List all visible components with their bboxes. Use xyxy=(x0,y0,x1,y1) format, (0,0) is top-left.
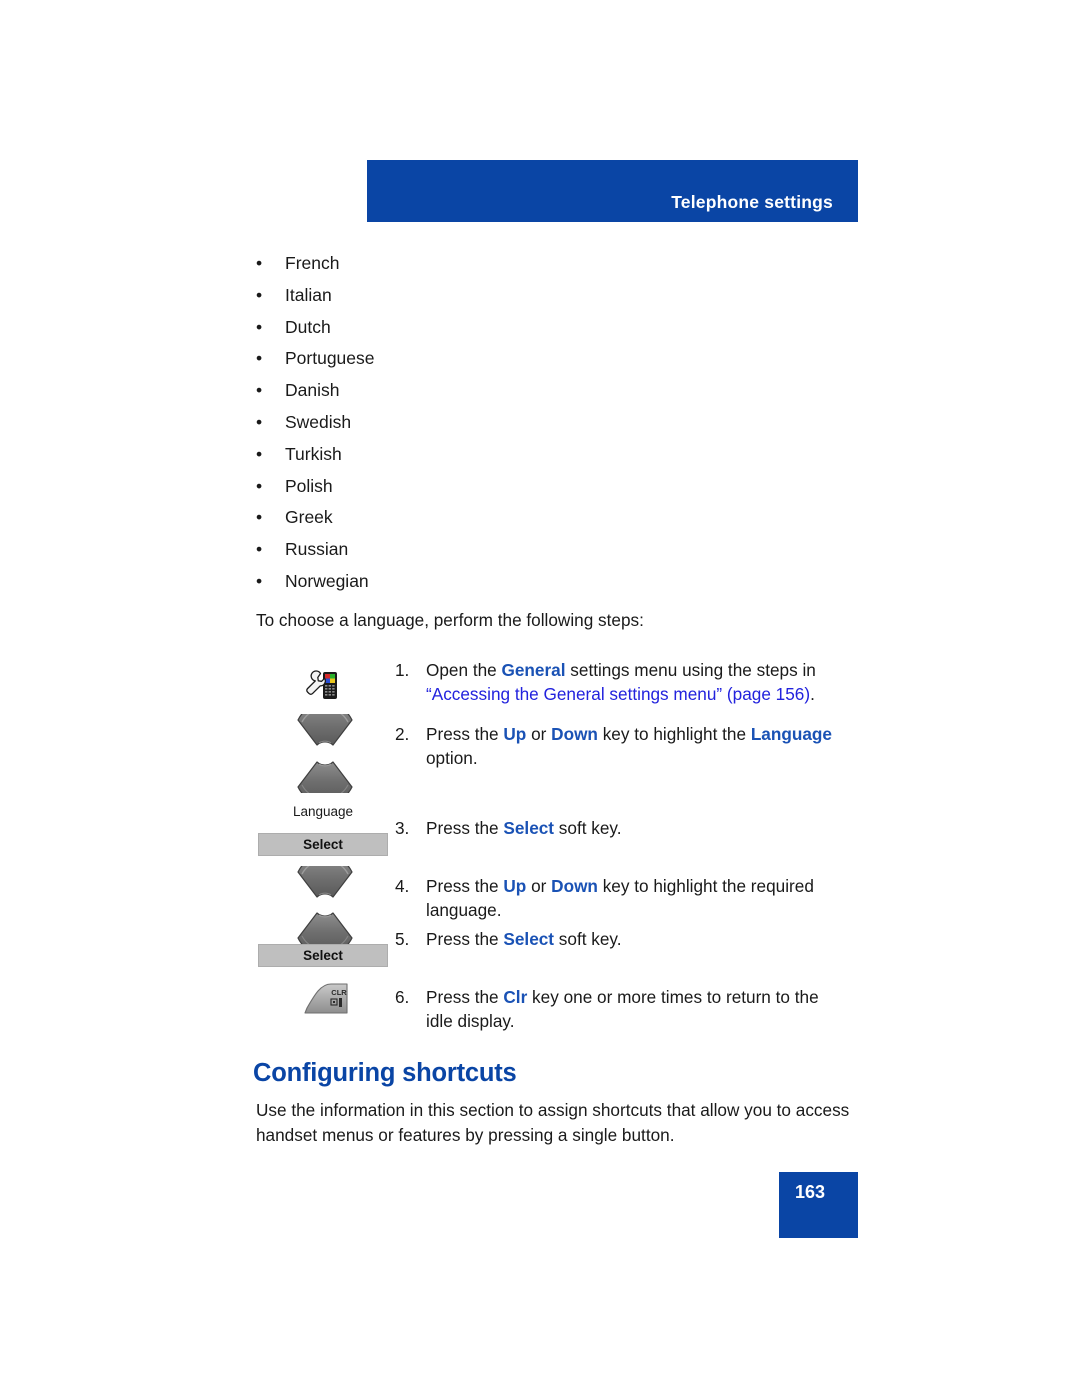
step-number: 4. xyxy=(395,876,410,896)
keyword-clr: Clr xyxy=(503,987,528,1007)
svg-text:CLR: CLR xyxy=(331,988,347,997)
softkey-caption-language: Language xyxy=(292,804,354,819)
keyword-down: Down xyxy=(551,724,598,744)
keyword-up: Up xyxy=(503,724,527,744)
keyword-general: General xyxy=(501,660,566,680)
keyword-select: Select xyxy=(503,929,555,949)
step-text: Press the Select soft key. xyxy=(426,818,622,838)
cross-reference-link[interactable]: “Accessing the General settings menu” (p… xyxy=(426,684,810,704)
up-navigation-key-icon xyxy=(295,866,355,902)
keyword-language: Language xyxy=(750,724,832,744)
section-paragraph: Use the information in this section to a… xyxy=(256,1100,850,1145)
section-heading: Configuring shortcuts xyxy=(253,1059,517,1087)
keyword-up: Up xyxy=(503,876,527,896)
step-text: Press the Up or Down key to highlight th… xyxy=(426,724,832,768)
step-text: Open the General settings menu using the… xyxy=(426,660,816,704)
down-navigation-key-icon xyxy=(295,757,355,793)
step-text: Press the Up or Down key to highlight th… xyxy=(426,876,814,920)
numbered-steps-region: 1. Open the General settings menu using … xyxy=(0,0,1080,1397)
step-number: 6. xyxy=(395,987,410,1007)
up-navigation-key-icon xyxy=(295,714,355,750)
select-soft-key-button[interactable]: Select xyxy=(258,944,388,967)
keyword-down: Down xyxy=(551,876,598,896)
keyword-select: Select xyxy=(503,818,555,838)
select-soft-key-button[interactable]: Select xyxy=(258,833,388,856)
page-number: 163 xyxy=(795,1182,826,1202)
step-number: 2. xyxy=(395,724,410,744)
down-navigation-key-icon xyxy=(295,908,355,944)
step-number: 1. xyxy=(395,660,410,680)
step-number: 3. xyxy=(395,818,410,838)
clr-key-icon: CLR xyxy=(303,982,349,1016)
step-text: Press the Select soft key. xyxy=(426,929,622,949)
page-number-box: 163 xyxy=(779,1172,858,1238)
step-number: 5. xyxy=(395,929,410,949)
step-text: Press the Clr key one or more times to r… xyxy=(426,987,819,1031)
settings-wrench-handset-icon xyxy=(303,669,343,703)
